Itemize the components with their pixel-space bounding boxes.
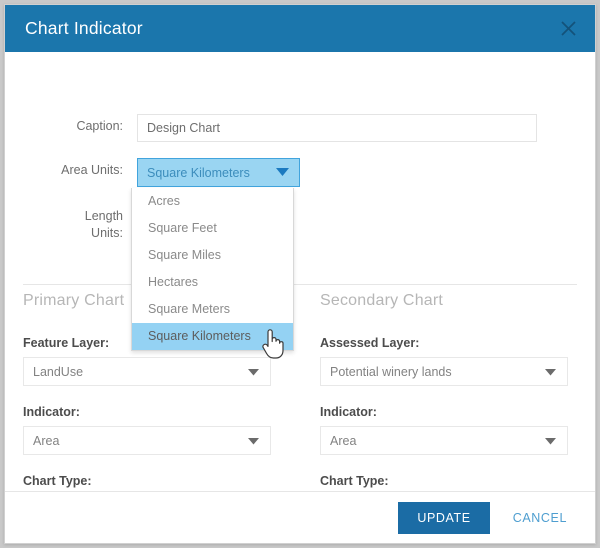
secondary-indicator-field: Indicator: Area [320, 405, 590, 455]
page-title: Chart Indicator [25, 18, 143, 39]
primary-feature-layer-select[interactable]: LandUse [23, 357, 271, 386]
primary-indicator-value: Area [33, 434, 59, 448]
area-units-dropdown-list[interactable]: Acres Square Feet Square Miles Hectares … [131, 188, 294, 351]
primary-indicator-select[interactable]: Area [23, 426, 271, 455]
secondary-assessed-layer-field: Assessed Layer: Potential winery lands [320, 336, 590, 386]
area-units-field-row: Area Units: Square Kilometers [23, 158, 300, 187]
section-divider [23, 284, 577, 285]
dialog-body: Caption: Area Units: Square Kilometers L… [5, 52, 595, 493]
secondary-indicator-label: Indicator: [320, 405, 590, 419]
secondary-assessed-layer-label: Assessed Layer: [320, 336, 590, 350]
dropdown-option[interactable]: Square Meters [132, 296, 293, 323]
length-units-label-line1: Length [23, 208, 123, 225]
chevron-down-icon [276, 166, 289, 180]
secondary-indicator-value: Area [330, 434, 356, 448]
chevron-down-icon [248, 365, 259, 379]
length-units-label: Length Units: [23, 207, 123, 242]
chevron-down-icon [545, 434, 556, 448]
update-button[interactable]: UPDATE [398, 502, 489, 534]
area-units-value: Square Kilometers [147, 166, 250, 180]
dialog-footer: UPDATE CANCEL [5, 491, 595, 543]
secondary-chart-type-label: Chart Type: [320, 474, 590, 488]
chevron-down-icon [248, 434, 259, 448]
secondary-assessed-layer-value: Potential winery lands [330, 365, 452, 379]
dropdown-option[interactable]: Hectares [132, 269, 293, 296]
area-units-label: Area Units: [23, 158, 123, 179]
primary-feature-layer-value: LandUse [33, 365, 83, 379]
dropdown-option[interactable]: Square Miles [132, 242, 293, 269]
primary-indicator-label: Indicator: [23, 405, 293, 419]
length-units-label-line2: Units: [23, 225, 123, 242]
primary-chart-type-label: Chart Type: [23, 474, 293, 488]
dropdown-option[interactable]: Acres [132, 188, 293, 215]
chevron-down-icon [545, 365, 556, 379]
chart-indicator-dialog: Chart Indicator Caption: Area Units: Squ… [4, 4, 596, 544]
area-units-select[interactable]: Square Kilometers [137, 158, 300, 187]
secondary-chart-title: Secondary Chart [320, 292, 590, 310]
close-icon[interactable] [553, 14, 583, 44]
caption-input[interactable] [137, 114, 537, 142]
cancel-button[interactable]: CANCEL [507, 510, 573, 526]
primary-indicator-field: Indicator: Area [23, 405, 293, 455]
caption-label: Caption: [23, 114, 123, 135]
dropdown-option-selected[interactable]: Square Kilometers [132, 323, 293, 350]
caption-field-row: Caption: [23, 114, 537, 142]
dropdown-option[interactable]: Square Feet [132, 215, 293, 242]
dialog-titlebar: Chart Indicator [5, 5, 595, 52]
secondary-assessed-layer-select[interactable]: Potential winery lands [320, 357, 568, 386]
secondary-indicator-select[interactable]: Area [320, 426, 568, 455]
